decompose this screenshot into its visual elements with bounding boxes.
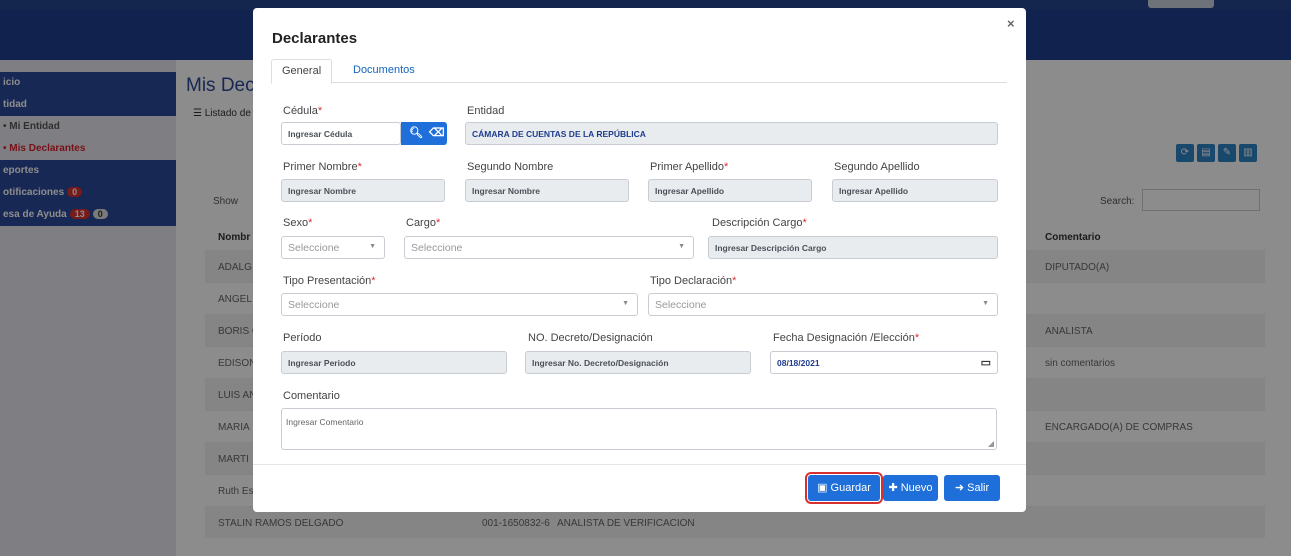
primer-apellido-input[interactable]: Ingresar Apellido: [648, 179, 812, 202]
segundo-apellido-input[interactable]: Ingresar Apellido: [832, 179, 998, 202]
periodo-input[interactable]: Ingresar Periodo: [281, 351, 507, 374]
entidad-field: CÁMARA DE CUENTAS DE LA REPÚBLICA: [465, 122, 998, 145]
tab-documentos[interactable]: Documentos: [343, 59, 425, 84]
decreto-input[interactable]: Ingresar No. Decreto/Designación: [525, 351, 751, 374]
segundo-nombre-input[interactable]: Ingresar Nombre: [465, 179, 629, 202]
fecha-label: Fecha Designación /Elección*: [773, 332, 920, 344]
calendar-icon[interactable]: ▭: [981, 356, 991, 369]
sexo-label: Sexo*: [283, 217, 313, 229]
search-icon[interactable]: 🔍︎: [409, 126, 423, 139]
chevron-down-icon: ▼: [678, 243, 685, 250]
tipo-declaracion-select[interactable]: Seleccione ▼: [648, 293, 998, 316]
decreto-label: NO. Decreto/Designación: [528, 332, 653, 344]
primer-nombre-label: Primer Nombre*: [283, 161, 362, 173]
sexo-select[interactable]: Seleccione ▼: [281, 236, 385, 259]
guardar-button[interactable]: ▣ Guardar: [805, 472, 883, 504]
segundo-nombre-label: Segundo Nombre: [467, 161, 554, 173]
chevron-down-icon: ▼: [982, 300, 989, 307]
modal-footer-divider: [253, 464, 1026, 465]
cedula-label: Cédula*: [283, 105, 323, 117]
resize-handle-icon[interactable]: ◢: [988, 439, 994, 448]
segundo-apellido-label: Segundo Apellido: [834, 161, 920, 173]
primer-nombre-input[interactable]: Ingresar Nombre: [281, 179, 445, 202]
tipo-declaracion-label: Tipo Declaración*: [650, 275, 737, 287]
plus-icon: ✚: [888, 482, 901, 494]
chevron-down-icon: ▼: [622, 300, 629, 307]
nuevo-button[interactable]: ✚ Nuevo: [883, 475, 938, 501]
sign-out-icon: ➜: [954, 482, 968, 494]
modal-title: Declarantes: [272, 30, 358, 47]
cedula-input[interactable]: Ingresar Cédula: [281, 122, 401, 145]
eraser-icon[interactable]: ⌫: [429, 126, 445, 139]
cargo-select[interactable]: Seleccione ▼: [404, 236, 694, 259]
save-icon: ▣: [817, 482, 831, 494]
tipo-presentacion-label: Tipo Presentación*: [283, 275, 376, 287]
cedula-actions: 🔍︎ ⌫: [401, 122, 447, 145]
periodo-label: Período: [283, 332, 322, 344]
cargo-label: Cargo*: [406, 217, 441, 229]
tipo-presentacion-select[interactable]: Seleccione ▼: [281, 293, 638, 316]
primer-apellido-label: Primer Apellido*: [650, 161, 729, 173]
declarantes-modal: Declarantes × General Documentos Cédula*…: [253, 8, 1026, 512]
tab-general[interactable]: General: [271, 59, 333, 84]
descripcion-cargo-label: Descripción Cargo*: [712, 217, 807, 229]
close-icon[interactable]: ×: [1007, 16, 1015, 31]
chevron-down-icon: ▼: [369, 243, 376, 250]
comentario-textarea[interactable]: Ingresar Comentario ◢: [281, 408, 997, 450]
salir-button[interactable]: ➜ Salir: [944, 475, 1000, 501]
modal-tabs: General Documentos: [271, 59, 1007, 84]
entidad-label: Entidad: [467, 105, 505, 117]
fecha-input[interactable]: 08/18/2021 ▭: [770, 351, 998, 374]
comentario-label: Comentario: [283, 390, 340, 402]
descripcion-cargo-input[interactable]: Ingresar Descripción Cargo: [708, 236, 998, 259]
